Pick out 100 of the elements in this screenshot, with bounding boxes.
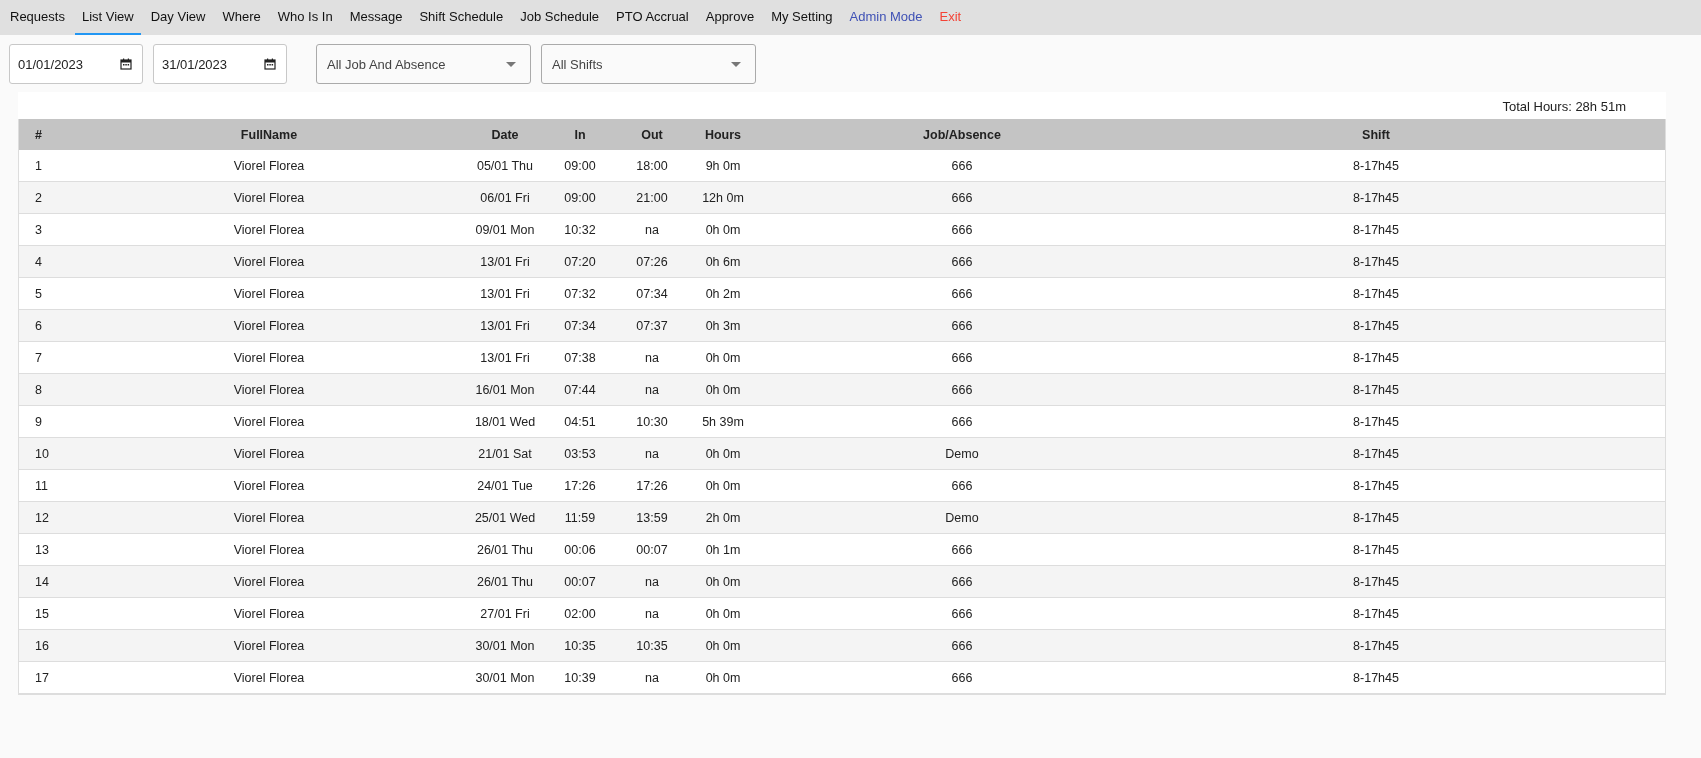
table-cell-text: 666 <box>950 189 974 207</box>
nav-tab[interactable]: Shift Schedule <box>412 0 511 35</box>
table-cell-text: 18/01 Wed <box>473 413 537 431</box>
table-cell-text: 9 <box>34 413 43 431</box>
table-cell-text: 0h 0m <box>704 477 742 495</box>
table-cell-text: 666 <box>950 413 974 431</box>
table-cell-text: 9h 0m <box>704 157 742 175</box>
calendar-icon[interactable] <box>120 58 132 70</box>
table-cell-text: 07:26 <box>635 253 669 271</box>
table-cell-text: 8-17h45 <box>1352 253 1400 271</box>
total-hours: Total Hours: 28h 51m <box>1502 99 1626 114</box>
table-cell-text: Viorel Florea <box>232 381 306 399</box>
table-cell-text: Viorel Florea <box>232 285 306 303</box>
nav-tab[interactable]: Requests <box>3 0 72 35</box>
table-cell-text: Viorel Florea <box>232 445 306 463</box>
table-cell-text: 666 <box>950 317 974 335</box>
table-cell-text: na <box>644 445 660 463</box>
table-cell-text: 8-17h45 <box>1352 285 1400 303</box>
table-cell-text: Demo <box>944 445 980 463</box>
table-cell-text: 26/01 Thu <box>475 573 535 591</box>
table-cell-text: 07:34 <box>635 285 669 303</box>
table-cell-text: Viorel Florea <box>232 253 306 271</box>
column-header: Hours <box>703 126 743 144</box>
table-cell-text: 07:20 <box>563 253 597 271</box>
table-cell-text: 30/01 Mon <box>474 637 536 655</box>
table-cell-text: 8-17h45 <box>1352 189 1400 207</box>
table-cell-text: na <box>644 669 660 687</box>
nav-tab[interactable]: Approve <box>698 0 762 35</box>
table-cell-text: 17:26 <box>563 477 597 495</box>
table-cell-text: 11:59 <box>563 509 597 527</box>
table-cell-text: 8-17h45 <box>1352 157 1400 175</box>
table-cell-text: Viorel Florea <box>232 413 306 431</box>
table-cell-text: 666 <box>950 221 974 239</box>
table-cell-text: 15 <box>34 605 50 623</box>
table-cell-text: 0h 2m <box>704 285 742 303</box>
table-cell-text: 04:51 <box>563 413 597 431</box>
table-cell-text: 30/01 Mon <box>474 669 536 687</box>
table-cell-text: Viorel Florea <box>232 221 306 239</box>
nav-tab[interactable]: PTO Accrual <box>609 0 696 35</box>
table-cell-text: 10 <box>34 445 50 463</box>
calendar-icon[interactable] <box>264 58 276 70</box>
table-cell-text: 8-17h45 <box>1352 413 1400 431</box>
table-cell-text: Demo <box>944 509 980 527</box>
table-cell-text: 666 <box>950 573 974 591</box>
table-cell-text: 666 <box>950 285 974 303</box>
nav-tab[interactable]: My Setting <box>764 0 840 35</box>
column-header: In <box>573 126 587 144</box>
table-cell-text: 8-17h45 <box>1352 477 1400 495</box>
date-to-field[interactable]: 31/01/2023 <box>153 44 287 84</box>
table-cell-text: 07:38 <box>563 349 597 367</box>
table-cell-text: 13/01 Fri <box>479 349 531 367</box>
table-cell-text: 17 <box>34 669 50 687</box>
table-cell-text: Viorel Florea <box>232 669 306 687</box>
nav-tab[interactable]: Job Schedule <box>513 0 606 35</box>
table-cell-text: 0h 0m <box>704 381 742 399</box>
nav-tab[interactable]: Admin Mode <box>842 0 930 35</box>
table-cell-text: Viorel Florea <box>232 349 306 367</box>
nav-tab[interactable]: Message <box>342 0 410 35</box>
table-cell-text: 8-17h45 <box>1352 381 1400 399</box>
table-cell-text: 14 <box>34 573 50 591</box>
table-cell-text: 10:35 <box>563 637 597 655</box>
nav-tab[interactable]: List View <box>74 0 141 35</box>
table-cell-text: Viorel Florea <box>232 637 306 655</box>
column-header: Job/Absence <box>922 126 1002 144</box>
table-cell-text: na <box>644 605 660 623</box>
table-cell-text: 0h 0m <box>704 637 742 655</box>
table-cell-text: 10:30 <box>635 413 669 431</box>
table-cell-text: 666 <box>950 669 974 687</box>
table-cell-text: 0h 0m <box>704 573 742 591</box>
nav-tab[interactable]: Day View <box>143 0 213 35</box>
table-cell-text: 10:39 <box>563 669 597 687</box>
table-cell-text: 7 <box>34 349 43 367</box>
table-cell-text: 8-17h45 <box>1352 349 1400 367</box>
table-cell-text: 666 <box>950 349 974 367</box>
table-cell-text: 00:06 <box>563 541 597 559</box>
table-cell-text: na <box>644 349 660 367</box>
table-cell-text: Viorel Florea <box>232 157 306 175</box>
table-cell-text: 10:35 <box>635 637 669 655</box>
table-cell-text: 666 <box>950 381 974 399</box>
table-cell-text: 8-17h45 <box>1352 317 1400 335</box>
caret-icon <box>731 61 741 67</box>
table-cell-text: Viorel Florea <box>232 189 306 207</box>
shift-filter-dropdown[interactable]: All Shifts <box>541 44 756 84</box>
table-cell-text: 4 <box>34 253 43 271</box>
table-cell-text: 13/01 Fri <box>479 317 531 335</box>
column-header: Out <box>640 126 664 144</box>
table-cell-text: 12h 0m <box>701 189 745 207</box>
table-cell-text: 03:53 <box>563 445 597 463</box>
date-from-field[interactable]: 01/01/2023 <box>9 44 143 84</box>
table-cell-text: Viorel Florea <box>232 573 306 591</box>
table-cell-text: 0h 3m <box>704 317 742 335</box>
table-cell-text: 25/01 Wed <box>473 509 537 527</box>
table-cell-text: 8-17h45 <box>1352 669 1400 687</box>
table-cell-text: 2h 0m <box>704 509 742 527</box>
nav-tab[interactable]: Who Is In <box>270 0 340 35</box>
job-filter-dropdown[interactable]: All Job And Absence <box>316 44 531 84</box>
table-cell-text: 13/01 Fri <box>479 253 531 271</box>
table-cell-text: 0h 0m <box>704 349 742 367</box>
nav-tab[interactable]: Where <box>215 0 268 35</box>
table-cell-text: 13/01 Fri <box>479 285 531 303</box>
